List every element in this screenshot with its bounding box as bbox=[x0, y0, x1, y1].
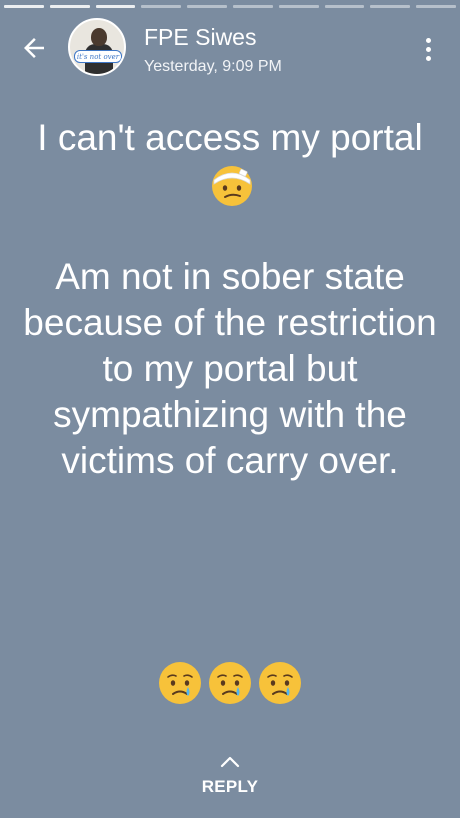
status-timestamp: Yesterday, 9:09 PM bbox=[144, 58, 282, 75]
reply-label: REPLY bbox=[201, 777, 259, 796]
status-text-body: Am not in sober state because of the res… bbox=[23, 256, 437, 482]
contact-name[interactable]: FPE Siwes bbox=[144, 24, 256, 50]
progress-segment bbox=[370, 5, 411, 8]
more-vertical-icon bbox=[425, 37, 431, 43]
more-vertical-icon-dot bbox=[425, 46, 431, 52]
progress-segment bbox=[95, 5, 136, 8]
status-header: it's not over FPE Siwes Yesterday, 9:09 … bbox=[0, 18, 460, 78]
face-with-head-bandage-icon bbox=[212, 166, 252, 207]
crying-face-icon bbox=[159, 662, 201, 704]
more-options-button[interactable] bbox=[414, 32, 442, 66]
crying-face-icon bbox=[259, 662, 301, 704]
progress-segment bbox=[4, 5, 44, 8]
avatar-figure-head bbox=[91, 28, 107, 46]
avatar[interactable]: it's not over bbox=[68, 18, 126, 76]
progress-segment bbox=[416, 5, 456, 8]
status-progress-bar bbox=[0, 5, 460, 8]
progress-segment bbox=[232, 5, 273, 8]
arrow-left-icon bbox=[24, 38, 44, 58]
back-button[interactable] bbox=[16, 30, 52, 66]
progress-segment bbox=[324, 5, 365, 8]
avatar-caption: it's not over bbox=[74, 50, 122, 63]
reply-button[interactable]: REPLY bbox=[0, 755, 460, 797]
progress-segment bbox=[49, 5, 90, 8]
status-text-first: I can't access my portal bbox=[37, 117, 423, 158]
progress-segment bbox=[187, 5, 227, 8]
progress-segment bbox=[278, 5, 319, 8]
status-text: I can't access my portal Am not in sober… bbox=[14, 115, 446, 484]
chevron-up-icon bbox=[220, 756, 240, 768]
more-vertical-icon-dot bbox=[425, 55, 431, 61]
crying-face-icon bbox=[209, 662, 251, 704]
crying-emoji-row bbox=[0, 660, 460, 706]
progress-segment bbox=[141, 5, 182, 8]
